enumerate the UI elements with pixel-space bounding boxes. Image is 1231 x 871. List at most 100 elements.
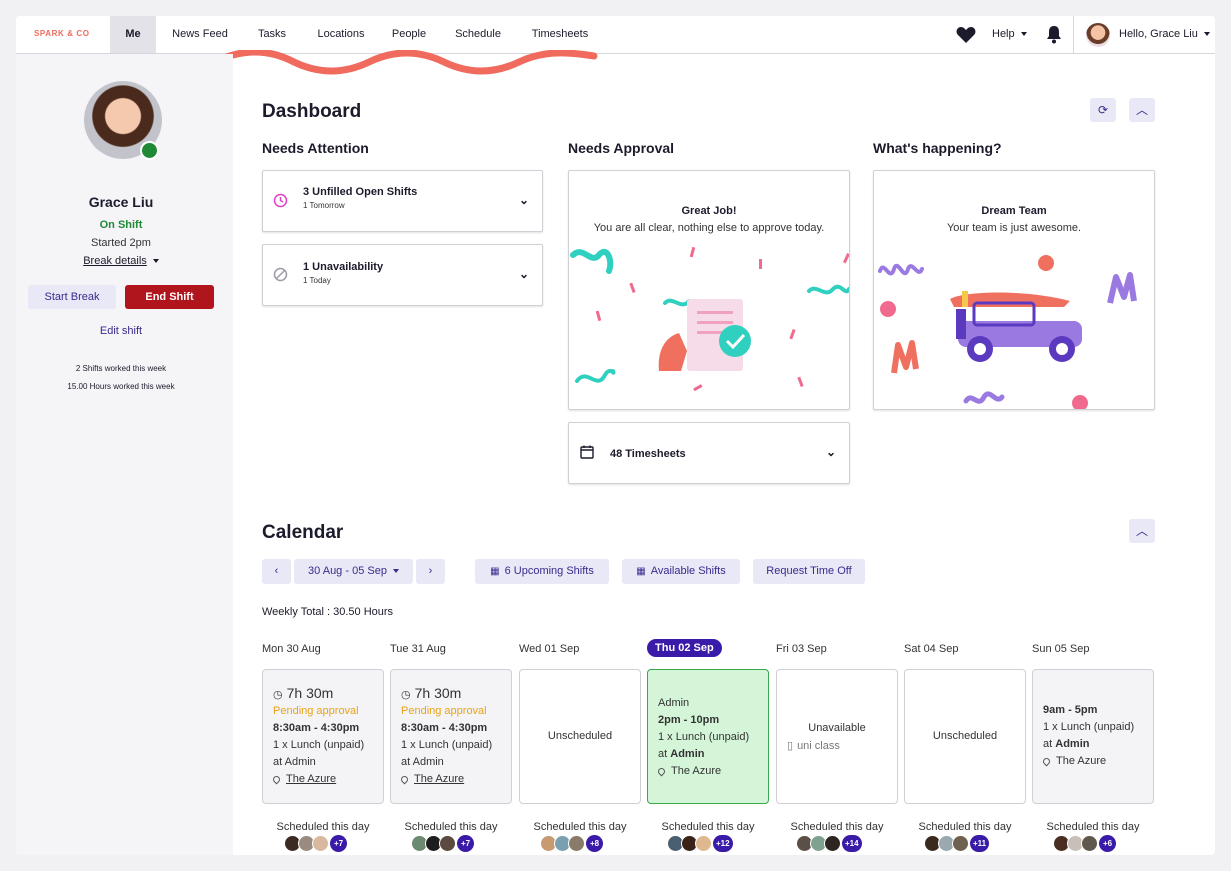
staff-avatars[interactable]: +12 [667,835,733,853]
pending-approval: Pending approval [273,705,359,717]
role-name: Admin [1055,738,1090,750]
chevron-down-icon[interactable]: ⌄ [519,267,529,281]
staff-avatars[interactable]: +7 [284,835,347,853]
shift-role: at Admin [1043,738,1089,750]
role-name: Admin [670,748,705,760]
more-staff-badge: +7 [330,835,347,853]
user-avatar[interactable] [1086,23,1110,47]
chevron-down-icon[interactable]: ⌄ [826,445,836,459]
staff-avatars[interactable]: +11 [924,835,990,853]
scheduled-label: Scheduled this day [661,821,755,833]
nav-people[interactable]: People [386,16,432,53]
day-label: Mon 30 Aug [262,643,321,655]
end-shift-button[interactable]: End Shift [125,285,214,309]
hours-worked: 15.00 Hours worked this week [67,382,175,391]
day-cell-tue[interactable]: ◷ 7h 30m Pending approval 8:30am - 4:30pm… [390,669,512,804]
prev-week-button[interactable]: ‹ [262,559,291,584]
user-menu[interactable]: Hello, Grace Liu [1119,16,1210,53]
day-label: Sat 04 Sep [904,643,959,655]
edit-shift-link[interactable]: Edit shift [16,325,226,337]
bell-icon[interactable] [1046,25,1062,44]
unavailability-card[interactable]: 1 Unavailability 1 Today ⌄ [262,244,543,306]
unscheduled-text: Unscheduled [547,730,613,742]
nav-news-feed[interactable]: News Feed [166,16,234,53]
chevron-down-icon [1020,32,1027,37]
calendar-icon: ▦ [490,566,500,577]
upcoming-shifts-label: 6 Upcoming Shifts [504,565,594,577]
date-range-dropdown[interactable]: 30 Aug - 05 Sep [294,559,413,584]
shift-role: at Admin [401,756,444,768]
timesheets-card[interactable]: 48 Timesheets ⌄ [568,422,850,484]
scheduled-label: Scheduled this day [533,821,627,833]
collapse-calendar-button[interactable]: ︿ [1129,519,1155,543]
day-cell-wed[interactable]: Unscheduled [519,669,641,804]
location-pin-icon [1041,756,1052,767]
shift-role: at Admin [273,756,316,768]
brand-logo[interactable]: SPARK & CO [34,29,90,38]
staff-avatars[interactable]: +8 [540,835,603,853]
day-cell-thu[interactable]: Admin 2pm - 10pm 1 x Lunch (unpaid) at A… [647,669,769,804]
day-cell-mon[interactable]: ◷ 7h 30m Pending approval 8:30am - 4:30pm… [262,669,384,804]
unavailability-title: 1 Unavailability [303,261,384,273]
available-shifts-button[interactable]: ▦ Available Shifts [622,559,740,584]
chevron-down-icon [1203,32,1210,37]
day-cell-fri[interactable]: Unavailable ▯ uni class [776,669,898,804]
chevron-down-icon [152,259,159,264]
refresh-button[interactable]: ⟳ [1090,98,1116,122]
nav-schedule[interactable]: Schedule [448,16,508,53]
staff-avatars[interactable]: +14 [796,835,862,853]
location-pin-icon [271,774,282,785]
dream-team-text: Your team is just awesome. [946,222,1082,234]
unfilled-shifts-title: 3 Unfilled Open Shifts [303,186,418,198]
shift-started: Started 2pm [91,237,151,249]
staff-avatars[interactable]: +7 [411,835,474,853]
chevron-left-icon: ‹ [274,565,279,577]
shift-location[interactable]: The Azure [399,773,464,785]
nav-tasks[interactable]: Tasks [250,16,294,53]
duration-value: 7h 30m [414,685,462,701]
break-details-toggle[interactable]: Break details [16,255,226,267]
day-cell-sat[interactable]: Unscheduled [904,669,1026,804]
shift-location: The Azure [656,765,721,777]
chevron-up-icon: ︿ [1135,103,1148,117]
avatar [952,835,969,853]
all-clear-card: Great Job! You are all clear, nothing el… [568,170,850,410]
start-break-button[interactable]: Start Break [28,285,116,309]
shift-location[interactable]: The Azure [271,773,337,785]
avatar [695,835,712,853]
scheduled-label: Scheduled this day [404,821,498,833]
app-window: SPARK & CO Me News Feed Tasks Locations … [16,16,1215,855]
clock-icon: ◷ [401,689,411,701]
avatar [1081,835,1098,853]
pending-approval: Pending approval [401,705,487,717]
whats-happening-heading: What's happening? [873,140,1002,156]
shift-time: 8:30am - 4:30pm [401,722,488,734]
chevron-down-icon[interactable]: ⌄ [519,193,529,207]
help-menu[interactable]: Help [992,16,1027,53]
heart-icon[interactable] [956,26,976,44]
unfilled-shifts-card[interactable]: 3 Unfilled Open Shifts 1 Tomorrow ⌄ [262,170,543,232]
collapse-dashboard-button[interactable]: ︿ [1129,98,1155,122]
avatar [824,835,841,853]
nav-me[interactable]: Me [110,16,156,53]
shift-location: The Azure [1041,755,1106,767]
shift-time: 9am - 5pm [1043,704,1098,716]
shifts-worked: 2 Shifts worked this week [75,364,167,373]
request-time-off-button[interactable]: Request Time Off [753,559,865,584]
unscheduled-text: Unscheduled [932,730,998,742]
day-cell-sun[interactable]: 9am - 5pm 1 x Lunch (unpaid) at Admin Th… [1032,669,1154,804]
avatar [439,835,456,853]
nav-timesheets[interactable]: Timesheets [524,16,596,53]
document-icon: ▯ [787,740,794,752]
upcoming-shifts-button[interactable]: ▦ 6 Upcoming Shifts [475,559,609,584]
unavailability-sub: 1 Today [303,276,331,285]
shift-time: 8:30am - 4:30pm [273,722,360,734]
nav-locations[interactable]: Locations [310,16,372,53]
location-link: The Azure [286,773,337,785]
next-week-button[interactable]: › [416,559,445,584]
shift-role: at Admin [658,748,704,760]
chevron-down-icon [392,569,399,574]
staff-avatars[interactable]: +6 [1053,835,1116,853]
chevron-up-icon: ︿ [1135,524,1148,538]
calendar-icon [580,445,594,459]
